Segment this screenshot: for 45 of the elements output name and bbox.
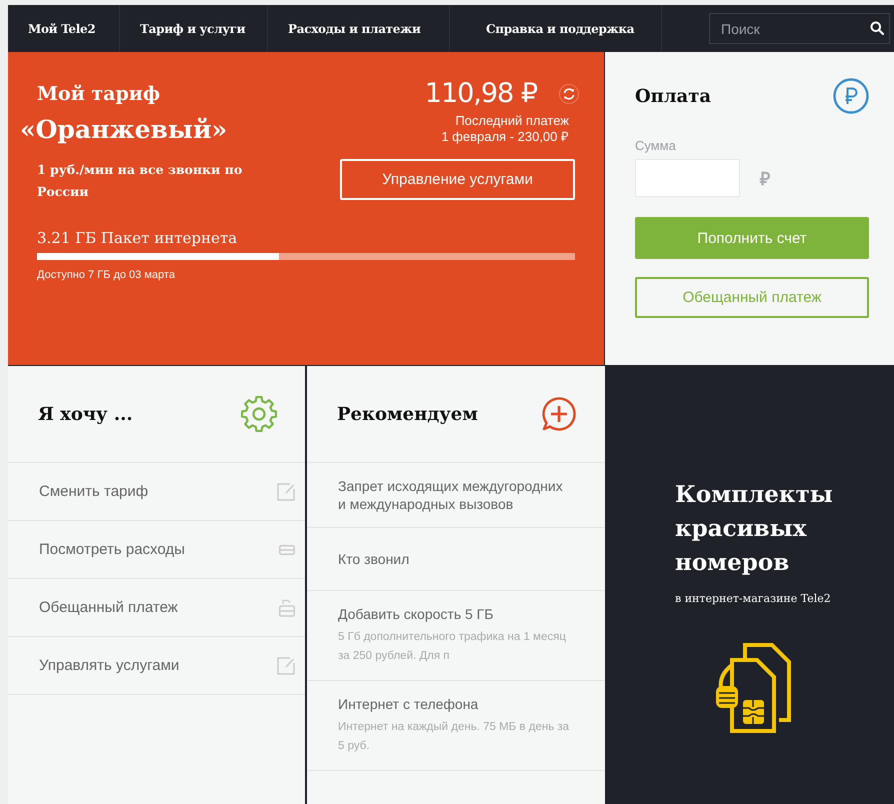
search-field[interactable]: Поиск bbox=[709, 13, 890, 44]
card-icon bbox=[279, 544, 295, 554]
payment-title: Оплата bbox=[635, 86, 712, 106]
action-list-item[interactable]: Управлять услугами bbox=[8, 637, 305, 695]
wallet-icon bbox=[279, 598, 295, 616]
action-label: Посмотреть расходы bbox=[39, 541, 185, 558]
ruble-circle-icon bbox=[833, 78, 869, 114]
amount-label: Сумма bbox=[635, 138, 677, 153]
search-icon[interactable] bbox=[870, 21, 884, 35]
promo-title: Комплекты красивых номеров bbox=[675, 480, 834, 578]
manage-services-button[interactable]: Управление услугами bbox=[340, 159, 575, 200]
balance-amount: 110,98 ₽ bbox=[424, 78, 537, 109]
last-payment-value: 1 февраля - 230,00 ₽ bbox=[441, 129, 569, 145]
tariff-heading: Мой тариф bbox=[37, 82, 160, 104]
tariff-description: 1 руб./мин на все звонки по России bbox=[37, 161, 244, 201]
recommend-title: Рекомендуем bbox=[337, 404, 478, 424]
wants-title: Я хочу ... bbox=[38, 404, 133, 424]
recommendation-item[interactable]: Кто звонил bbox=[307, 528, 605, 591]
currency-sign: ₽ bbox=[760, 168, 770, 190]
recommendation-item[interactable]: Добавить скорость 5 ГБ 5 Гб дополнительного трафика на 1 месяц за 250 рублей. Для п bbox=[307, 591, 605, 681]
recommendation-description: 5 Гб дополнительного трафика на 1 месяц за 250 рублей. Для п bbox=[338, 630, 567, 664]
plus-bubble-icon bbox=[541, 396, 577, 432]
tariff-name: «Оранжевый» bbox=[20, 115, 228, 144]
recommendation-title: Интернет с телефона bbox=[338, 695, 480, 713]
edit-icon bbox=[277, 482, 295, 500]
recommendation-title: Запрет исходящих междугородних и международных вызовов bbox=[338, 477, 564, 513]
refresh-icon[interactable] bbox=[559, 84, 579, 104]
gear-icon bbox=[241, 396, 277, 432]
edit-icon bbox=[277, 656, 295, 674]
action-list-item[interactable]: Посмотреть расходы bbox=[8, 521, 305, 579]
action-label: Управлять услугами bbox=[39, 657, 180, 674]
package-note: Доступно 7 ГБ до 03 марта bbox=[37, 269, 176, 281]
recommendation-item[interactable]: Запрет исходящих междугородних и международных вызовов bbox=[307, 463, 605, 528]
action-list-item[interactable]: Сменить тариф bbox=[8, 463, 305, 521]
recommendation-description: Интернет на каждый день. 75 МБ в день за 5 руб. bbox=[338, 720, 570, 754]
recommendation-title: Добавить скорость 5 ГБ bbox=[338, 605, 494, 623]
recommendation-item[interactable]: Интернет с телефона Интернет на каждый день. 75 МБ в день за 5 руб. bbox=[307, 681, 605, 771]
action-label: Сменить тариф bbox=[39, 483, 148, 500]
package-title: 3.21 ГБ Пакет интернета bbox=[37, 229, 238, 247]
promo-subtitle: в интернет-магазине Tele2 bbox=[675, 592, 832, 605]
amount-input-field[interactable] bbox=[635, 159, 740, 197]
action-list-item[interactable]: Обещанный платеж bbox=[8, 579, 305, 637]
recommendation-title: Кто звонил bbox=[338, 550, 410, 568]
last-payment-label: Последний платеж bbox=[455, 113, 569, 129]
action-label: Обещанный платеж bbox=[39, 599, 178, 616]
